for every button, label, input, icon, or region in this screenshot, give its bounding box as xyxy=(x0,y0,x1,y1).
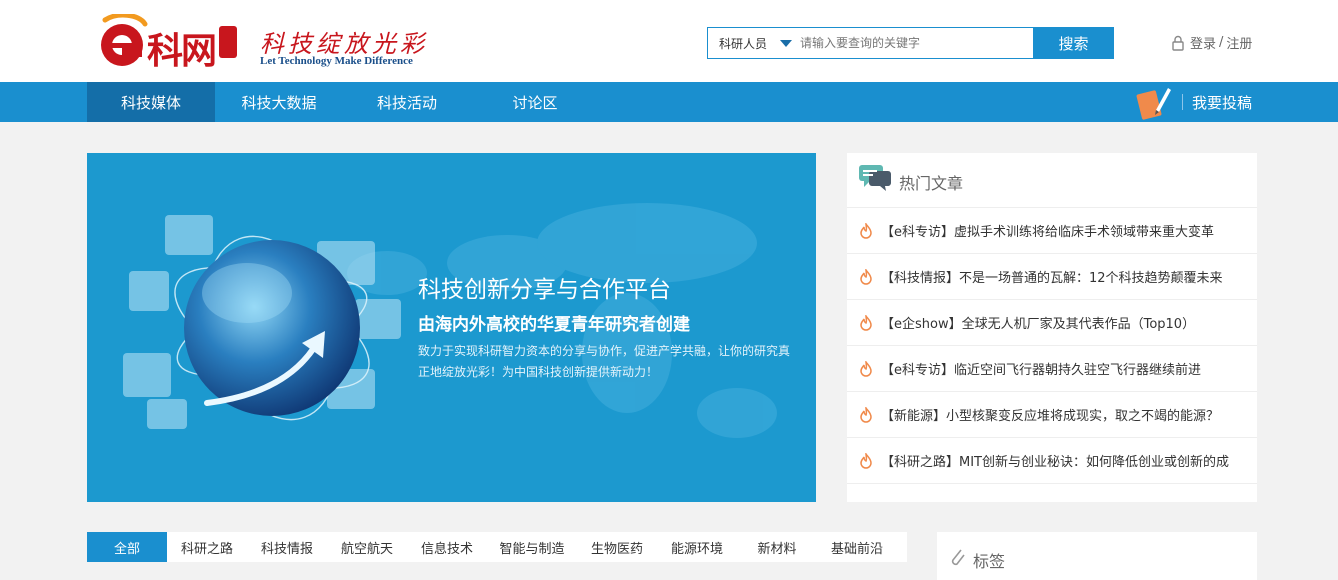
nav-item-tech-media[interactable]: 科技媒体 xyxy=(87,82,215,122)
tab-all[interactable]: 全部 xyxy=(87,532,167,562)
search-button[interactable]: 搜索 xyxy=(1033,27,1114,59)
flame-icon xyxy=(860,314,872,331)
tab-new-materials[interactable]: 新材料 xyxy=(737,532,817,562)
hot-article-title: 【e科专访】临近空间飞行器朝持久驻空飞行器继续前进 xyxy=(881,363,1201,378)
hot-articles-title: 热门文章 xyxy=(899,174,964,193)
hot-article-item[interactable]: 【科研之路】MIT创新与创业秘诀：如何降低创业或创新的成 xyxy=(847,438,1257,484)
tab-basic-frontier[interactable]: 基础前沿 xyxy=(817,532,897,562)
account-links: 登录 / 注册 xyxy=(1172,33,1252,52)
lock-icon xyxy=(1172,35,1184,51)
flame-icon xyxy=(860,452,872,469)
banner-subtitle: 由海内外高校的华夏青年研究者创建 xyxy=(418,315,690,335)
hot-article-title: 【科技情报】不是一场普通的瓦解：12个科技趋势颠覆未来 xyxy=(881,271,1223,286)
hot-articles-list: 【e科专访】虚拟手术训练将给临床手术领域带来重大变革 【科技情报】不是一场普通的… xyxy=(847,208,1257,484)
chat-bubble-icon xyxy=(859,165,891,191)
search-input[interactable] xyxy=(800,30,1030,56)
tags-title: 标签 xyxy=(973,552,1006,571)
tags-panel: 标签 xyxy=(937,532,1257,580)
hot-article-title: 【科研之路】MIT创新与创业秘诀：如何降低创业或创新的成 xyxy=(881,455,1229,470)
contribute-button[interactable]: 我要投稿 xyxy=(1136,82,1252,122)
nav-item-forum[interactable]: 讨论区 xyxy=(471,82,599,122)
hot-article-item[interactable]: 【e科专访】虚拟手术训练将给临床手术领域带来重大变革 xyxy=(847,208,1257,254)
hero-banner[interactable]: 科技创新分享与合作平台 由海内外高校的华夏青年研究者创建 致力于实现科研智力资本… xyxy=(87,153,816,502)
logo-tagline: Let Technology Make Difference xyxy=(260,55,413,67)
category-tabs: 全部 科研之路 科技情报 航空航天 信息技术 智能与制造 生物医药 能源环境 新… xyxy=(87,532,907,562)
tab-smart-manufacturing[interactable]: 智能与制造 xyxy=(487,532,577,562)
tab-info-tech[interactable]: 信息技术 xyxy=(407,532,487,562)
search-bar: 科研人员 搜索 xyxy=(707,27,1114,59)
pencil-icon xyxy=(1136,88,1171,120)
flame-icon xyxy=(860,406,872,423)
tab-research-path[interactable]: 科研之路 xyxy=(167,532,247,562)
register-link[interactable]: 注册 xyxy=(1226,33,1252,52)
chevron-down-icon xyxy=(780,40,792,47)
nav-item-tech-events[interactable]: 科技活动 xyxy=(343,82,471,122)
flame-icon xyxy=(860,268,872,285)
logo-slogan: 科技绽放光彩 xyxy=(260,30,428,58)
search-category-label: 科研人员 xyxy=(719,36,768,51)
tab-energy-environment[interactable]: 能源环境 xyxy=(657,532,737,562)
logo-name: 科网 xyxy=(147,30,217,72)
hot-article-item[interactable]: 【e科专访】临近空间飞行器朝持久驻空飞行器继续前进 xyxy=(847,346,1257,392)
banner-description: 致力于实现科研智力资本的分享与协作，促进产学共融，让你的研究真正地绽放光彩！为中… xyxy=(418,344,791,379)
hot-article-item[interactable]: 【e企show】全球无人机厂家及其代表作品（Top10） xyxy=(847,300,1257,346)
flame-icon xyxy=(860,360,872,377)
flame-icon xyxy=(860,222,872,239)
account-separator: / xyxy=(1219,35,1224,50)
contribute-divider xyxy=(1182,94,1183,110)
paperclip-icon xyxy=(951,549,965,566)
site-logo[interactable]: 科网 科技绽放光彩 Let Technology Make Difference xyxy=(95,8,435,72)
tab-aerospace[interactable]: 航空航天 xyxy=(327,532,407,562)
hot-articles-header: 热门文章 xyxy=(847,153,1257,208)
hot-article-item[interactable]: 【科技情报】不是一场普通的瓦解：12个科技趋势颠覆未来 xyxy=(847,254,1257,300)
tab-biomedicine[interactable]: 生物医药 xyxy=(577,532,657,562)
hot-article-title: 【e企show】全球无人机厂家及其代表作品（Top10） xyxy=(881,317,1196,332)
search-category-select[interactable]: 科研人员 xyxy=(708,28,798,58)
banner-title: 科技创新分享与合作平台 xyxy=(418,277,671,303)
login-link[interactable]: 登录 xyxy=(1190,33,1216,52)
site-header: 科网 科技绽放光彩 Let Technology Make Difference… xyxy=(0,0,1338,82)
hot-article-title: 【新能源】小型核聚变反应堆将成现实，取之不竭的能源？ xyxy=(881,409,1220,424)
contribute-label: 我要投稿 xyxy=(1192,93,1253,112)
hot-article-item[interactable]: 【新能源】小型核聚变反应堆将成现实，取之不竭的能源？ xyxy=(847,392,1257,438)
nav-item-tech-bigdata[interactable]: 科技大数据 xyxy=(215,82,343,122)
logo-e-icon xyxy=(101,14,148,66)
hot-article-title: 【e科专访】虚拟手术训练将给临床手术领域带来重大变革 xyxy=(881,225,1214,240)
hot-articles-panel: 热门文章 【e科专访】虚拟手术训练将给临床手术领域带来重大变革 【科技情报】不是… xyxy=(847,153,1257,502)
logo-seal xyxy=(219,26,237,58)
main-nav: 科技媒体 科技大数据 科技活动 讨论区 我要投稿 xyxy=(0,82,1338,122)
tab-tech-intel[interactable]: 科技情报 xyxy=(247,532,327,562)
